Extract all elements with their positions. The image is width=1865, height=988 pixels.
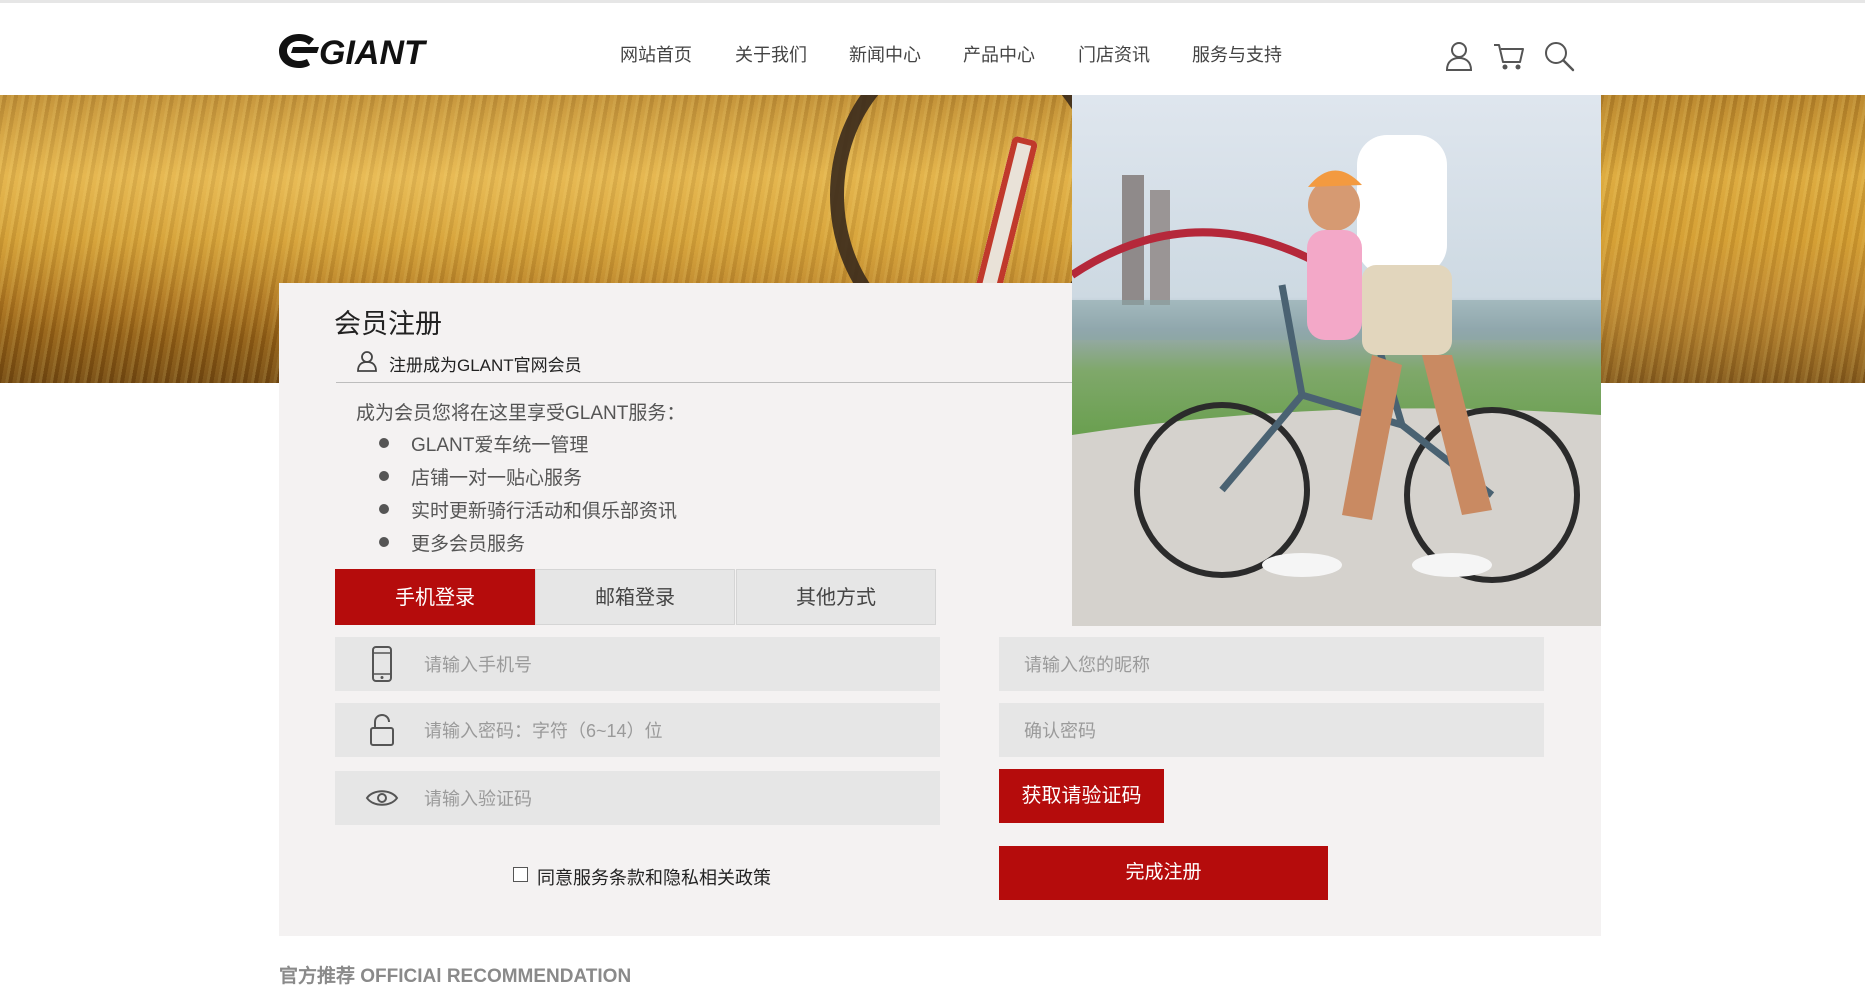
benefit-item: 店铺一对一贴心服务: [411, 468, 583, 489]
logo-text: GIANT: [319, 34, 428, 72]
nav-stores[interactable]: 门店资讯: [1078, 41, 1150, 67]
tab-other-login[interactable]: 其他方式: [736, 569, 936, 625]
recommendation-heading: 官方推荐 OFFICIAl RECOMMENDATION: [279, 966, 632, 987]
phone-input[interactable]: [422, 637, 926, 693]
nickname-input[interactable]: [1022, 637, 1526, 693]
code-input[interactable]: [422, 771, 926, 827]
code-field: [335, 771, 940, 827]
password-input[interactable]: [422, 703, 926, 759]
phone-icon: [372, 646, 392, 682]
page-title: 会员注册: [334, 309, 442, 339]
tab-phone-login[interactable]: 手机登录: [335, 569, 535, 625]
confirm-password-field: [999, 703, 1544, 759]
confirm-password-input[interactable]: [1022, 703, 1526, 759]
family-cycling-photo: [1072, 95, 1601, 626]
giant-logo[interactable]: GIANT: [279, 30, 485, 72]
nav-products[interactable]: 产品中心: [963, 41, 1035, 67]
nickname-field: [999, 637, 1544, 693]
bullet-icon: [379, 438, 389, 448]
submit-register-button[interactable]: 完成注册: [999, 846, 1328, 900]
member-user-icon: [357, 351, 377, 372]
agree-checkbox[interactable]: [513, 867, 528, 882]
nav-about[interactable]: 关于我们: [735, 41, 807, 67]
benefit-item: 更多会员服务: [411, 534, 526, 555]
nav-support[interactable]: 服务与支持: [1192, 41, 1282, 67]
password-field: [335, 703, 940, 759]
tab-email-login[interactable]: 邮箱登录: [535, 569, 735, 625]
nav-home[interactable]: 网站首页: [620, 41, 692, 67]
eye-icon: [365, 790, 399, 806]
page-subtitle: 注册成为GLANT官网会员: [389, 356, 582, 375]
bullet-icon: [379, 504, 389, 514]
phone-field: [335, 637, 940, 693]
heading-divider: [336, 382, 1072, 383]
login-method-tabs: 手机登录 邮箱登录 其他方式: [335, 569, 938, 625]
bullet-icon: [379, 471, 389, 481]
user-icon[interactable]: [1442, 39, 1476, 73]
site-header: GIANT 网站首页 关于我们 新闻中心 产品中心 门店资讯 服务与支持: [0, 3, 1865, 95]
cart-icon[interactable]: [1492, 39, 1526, 73]
search-icon[interactable]: [1542, 39, 1576, 73]
photo-illustration: [1072, 135, 1601, 626]
benefits-intro: 成为会员您将在这里享受GLANT服务：: [356, 403, 686, 424]
bullet-icon: [379, 537, 389, 547]
nav-news[interactable]: 新闻中心: [849, 41, 921, 67]
get-code-button[interactable]: 获取请验证码: [999, 769, 1164, 823]
benefit-item: GLANT爱车统一管理: [411, 435, 589, 456]
lock-icon: [370, 713, 394, 746]
agree-label: 同意服务条款和隐私相关政策: [537, 868, 771, 888]
benefit-item: 实时更新骑行活动和俱乐部资讯: [411, 501, 678, 522]
